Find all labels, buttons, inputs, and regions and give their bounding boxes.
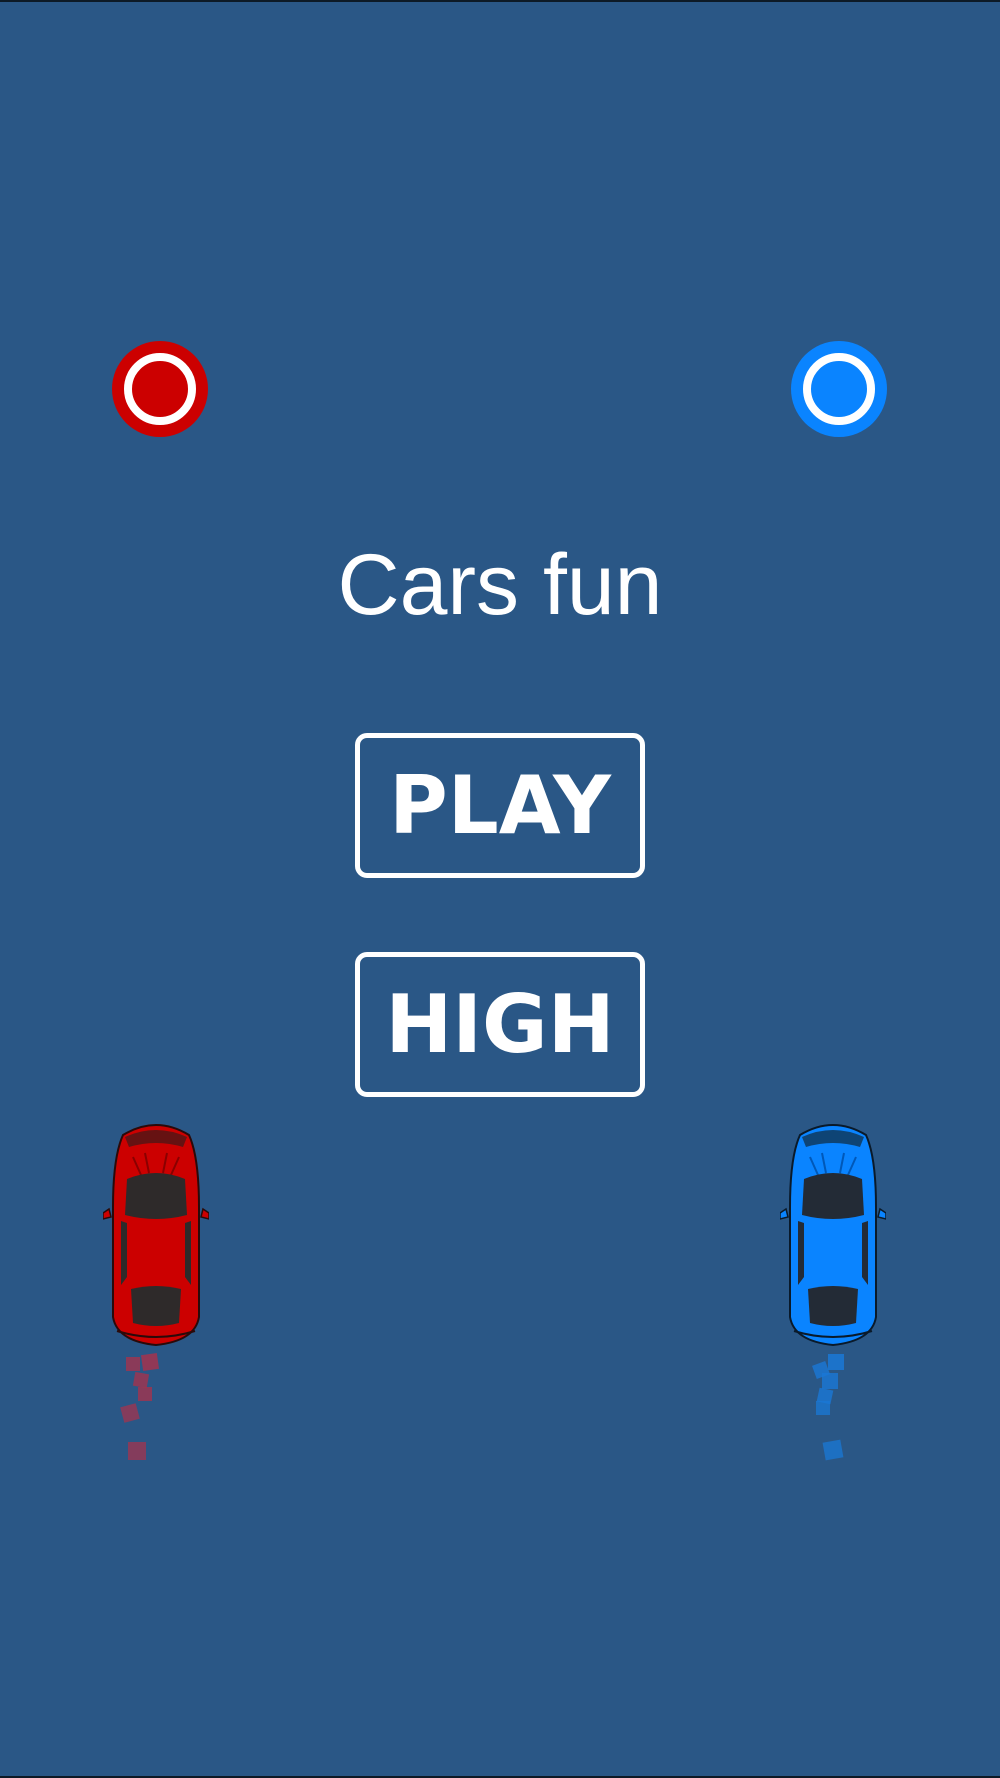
blue-target-ring	[803, 353, 875, 425]
blue-target-icon	[791, 341, 887, 437]
high-score-button[interactable]: HIGH	[355, 952, 645, 1097]
red-smoke-trail	[120, 1352, 160, 1460]
red-target-ring	[124, 353, 196, 425]
game-screen: Cars fun PLAY HIGH	[0, 0, 1000, 1778]
game-title: Cars fun	[337, 537, 663, 633]
top-edge	[0, 0, 1000, 2]
blue-smoke-trail	[812, 1354, 844, 1461]
red-car-icon	[103, 1124, 209, 1347]
red-target-icon	[112, 341, 208, 437]
blue-car-icon	[780, 1124, 886, 1347]
play-button[interactable]: PLAY	[355, 733, 645, 878]
